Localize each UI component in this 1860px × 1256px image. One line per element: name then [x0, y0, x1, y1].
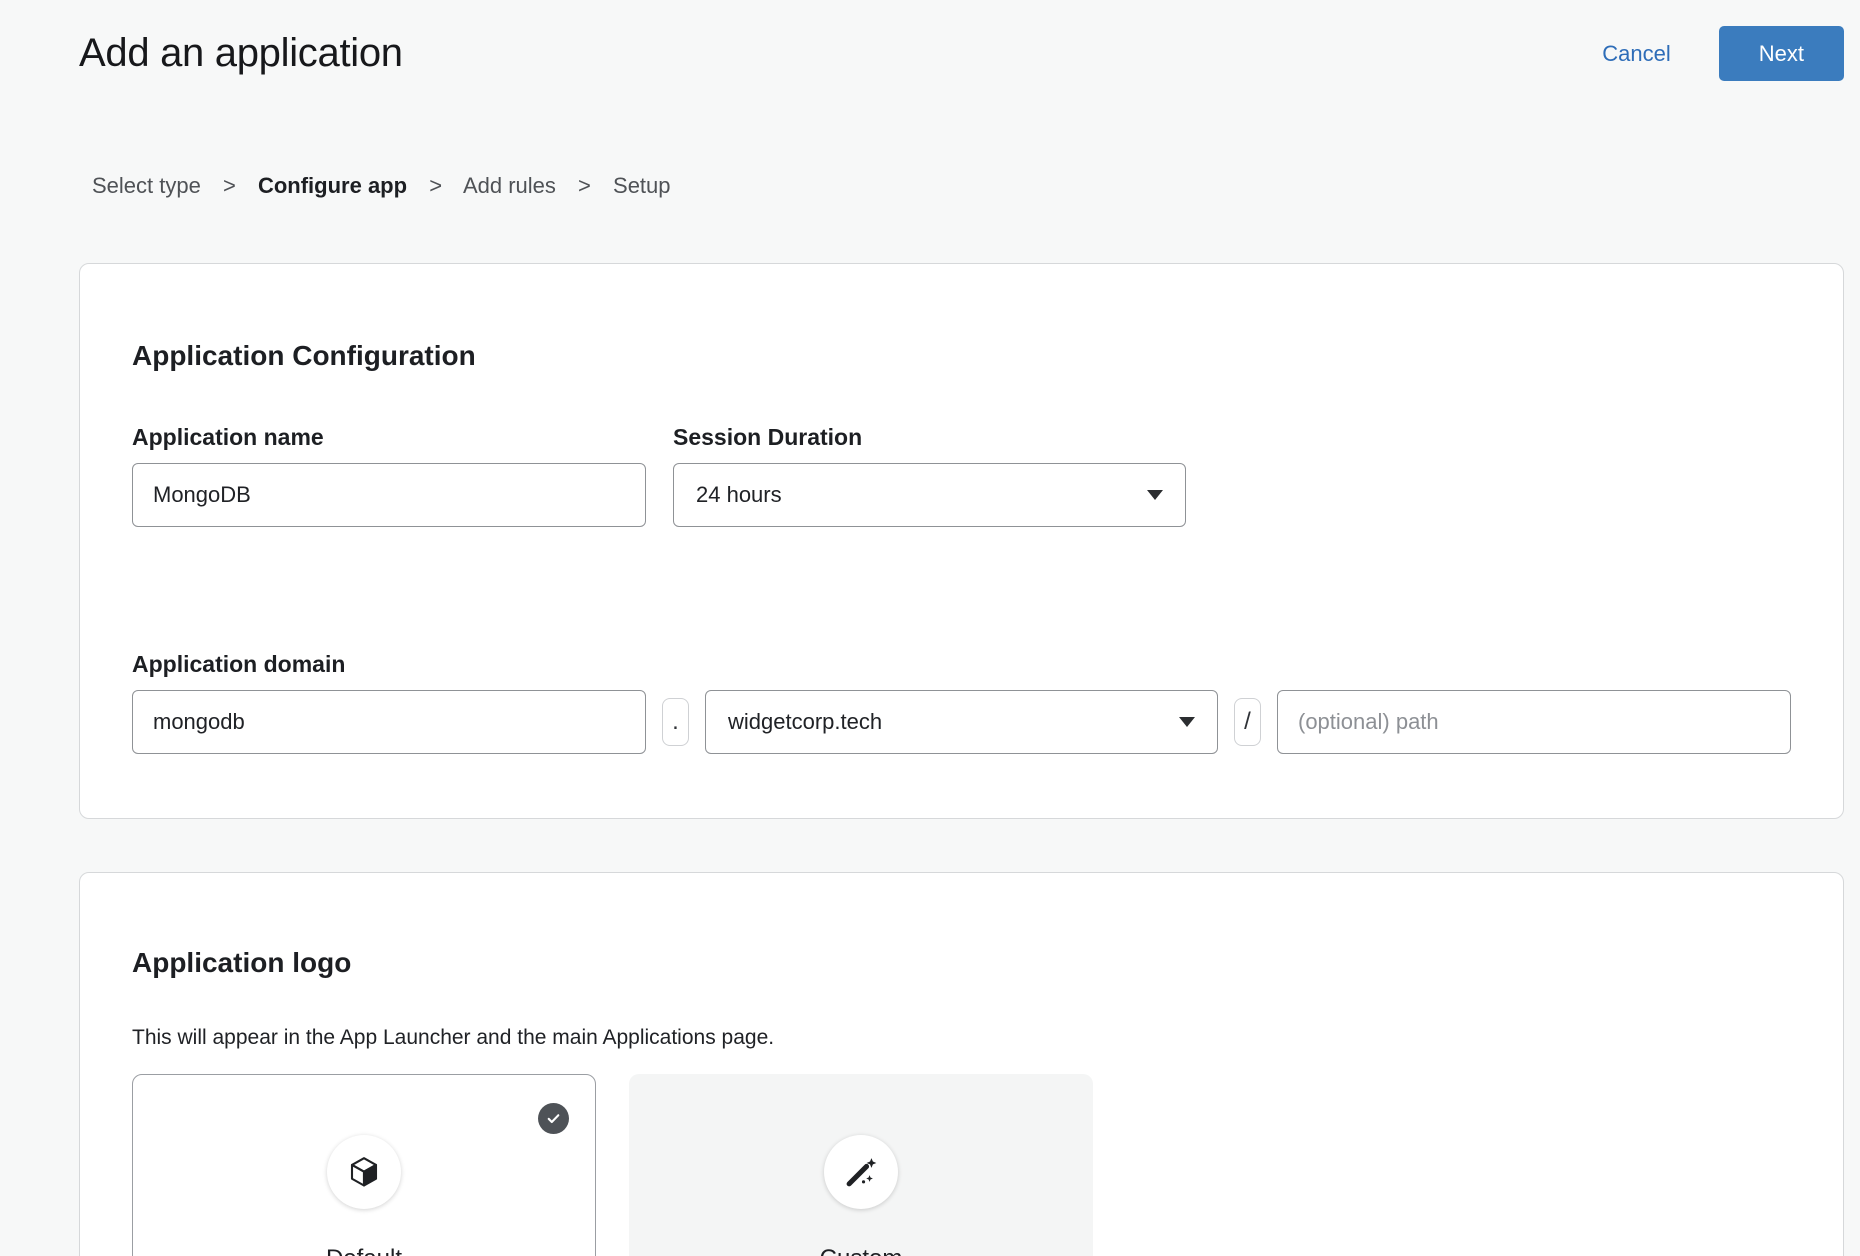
- logo-options: Default Custom: [132, 1074, 1791, 1256]
- domain-slash-separator: /: [1234, 698, 1261, 746]
- app-logo-card: Application logo This will appear in the…: [79, 872, 1844, 1256]
- breadcrumb-step-select-type[interactable]: Select type: [92, 173, 201, 198]
- page-title: Add an application: [79, 31, 403, 76]
- cancel-button[interactable]: Cancel: [1602, 41, 1670, 67]
- domain-select[interactable]: widgetcorp.tech: [705, 690, 1218, 754]
- breadcrumb-separator: >: [578, 173, 591, 198]
- domain-select-value: widgetcorp.tech: [728, 709, 882, 735]
- session-duration-field: Session Duration 24 hours: [673, 424, 1186, 527]
- chevron-down-icon: [1147, 490, 1163, 500]
- domain-dot-separator: .: [662, 698, 689, 746]
- app-logo-description: This will appear in the App Launcher and…: [132, 1025, 1791, 1050]
- breadcrumb-step-add-rules[interactable]: Add rules: [463, 173, 556, 198]
- application-name-input[interactable]: [132, 463, 646, 527]
- breadcrumb-separator: >: [223, 173, 236, 198]
- session-duration-value: 24 hours: [696, 482, 782, 508]
- page-header: Add an application Cancel Next: [0, 0, 1860, 81]
- page: Add an application Cancel Next Select ty…: [0, 0, 1860, 1256]
- session-duration-select[interactable]: 24 hours: [673, 463, 1186, 527]
- breadcrumb-step-setup[interactable]: Setup: [613, 173, 671, 198]
- magic-wand-icon: [824, 1135, 898, 1209]
- application-domain-row: . widgetcorp.tech /: [132, 690, 1791, 754]
- next-button[interactable]: Next: [1719, 26, 1844, 81]
- logo-option-default[interactable]: Default: [132, 1074, 596, 1256]
- breadcrumb: Select type > Configure app > Add rules …: [92, 173, 1860, 199]
- app-config-card: Application Configuration Application na…: [79, 263, 1844, 819]
- path-input[interactable]: [1277, 690, 1791, 754]
- app-logo-heading: Application logo: [132, 947, 1791, 979]
- session-duration-label: Session Duration: [673, 424, 1186, 451]
- subdomain-input[interactable]: [132, 690, 646, 754]
- name-session-row: Application name Session Duration 24 hou…: [132, 424, 1791, 527]
- breadcrumb-separator: >: [429, 173, 442, 198]
- logo-option-custom[interactable]: Custom: [629, 1074, 1093, 1256]
- application-name-label: Application name: [132, 424, 646, 451]
- cube-icon: [327, 1135, 401, 1209]
- check-icon: [538, 1103, 569, 1134]
- application-domain-label: Application domain: [132, 651, 1791, 678]
- breadcrumb-step-configure-app[interactable]: Configure app: [258, 173, 407, 198]
- logo-option-default-label: Default: [326, 1245, 402, 1256]
- chevron-down-icon: [1179, 717, 1195, 727]
- application-name-field: Application name: [132, 424, 646, 527]
- header-actions: Cancel Next: [1602, 26, 1844, 81]
- logo-option-custom-label: Custom: [820, 1245, 903, 1256]
- app-config-heading: Application Configuration: [132, 340, 1791, 372]
